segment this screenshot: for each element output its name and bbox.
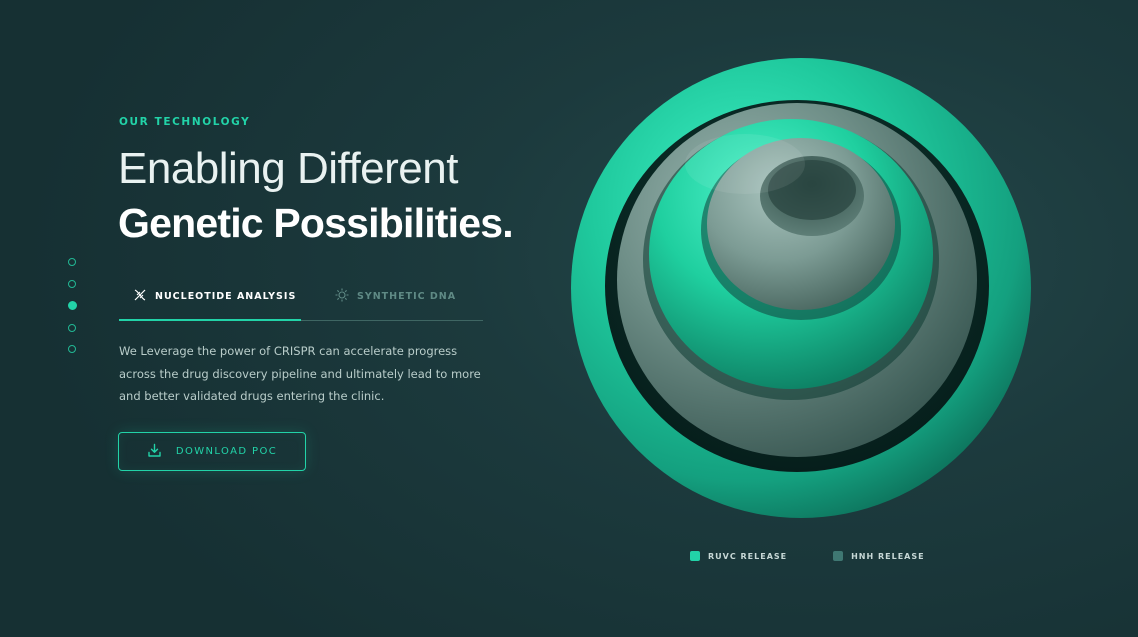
tab-nucleotide-analysis[interactable]: NUCLEOTIDE ANALYSIS (133, 288, 296, 305)
tab-label: NUCLEOTIDE ANALYSIS (155, 291, 297, 302)
pager-dot-1[interactable] (68, 258, 76, 266)
technology-tabs: NUCLEOTIDE ANALYSIS SYNTHETIC DNA (119, 284, 483, 321)
download-icon (147, 443, 162, 461)
section-eyebrow: OUR TECHNOLOGY (119, 116, 251, 128)
hero-title-line2: Genetic Possibilities. (118, 200, 514, 246)
tab-label: SYNTHETIC DNA (357, 291, 457, 302)
chart-legend: RUVC RELEASE HNH RELEASE (690, 551, 925, 561)
pager-dot-5[interactable] (68, 345, 76, 353)
download-label: DOWNLOAD POC (175, 446, 278, 457)
hero-title-line1: Enabling Different (118, 144, 458, 193)
pager-dot-2[interactable] (68, 279, 76, 288)
dna-helix-icon (133, 288, 147, 305)
slide-pager (67, 258, 79, 367)
pager-dot-4[interactable] (68, 323, 76, 332)
legend-swatch-ruvc (690, 551, 700, 561)
legend-label: RUVC RELEASE (708, 551, 788, 561)
legend-swatch-hnh (833, 551, 844, 561)
legend-item-hnh: HNH RELEASE (833, 551, 924, 561)
pager-dot-3-active[interactable] (67, 301, 77, 310)
hero-description: We Leverage the power of CRISPR can acce… (119, 344, 481, 403)
active-tab-indicator (119, 319, 301, 321)
legend-label: HNH RELEASE (851, 551, 925, 561)
sun-molecule-icon (335, 288, 349, 305)
legend-item-ruvc: RUVC RELEASE (690, 551, 787, 561)
tab-synthetic-dna[interactable]: SYNTHETIC DNA (335, 288, 456, 305)
download-poc-button[interactable]: DOWNLOAD POC (118, 432, 306, 471)
crispr-orb-illustration (571, 58, 1031, 518)
